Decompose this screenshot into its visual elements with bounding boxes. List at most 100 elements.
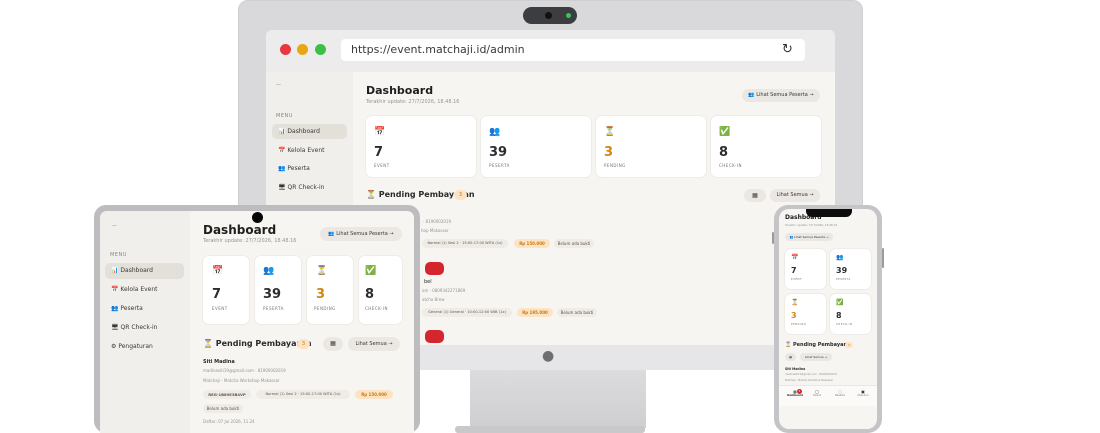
nav-label: Event (813, 394, 821, 397)
stat-label: PENDING (314, 306, 336, 311)
browser-chrome: https://event.matchaji.id/admin ↻ (266, 30, 835, 72)
stat-label: CHECK-IN (719, 163, 742, 168)
stat-card-pending: ⏳ 3 PENDING (307, 256, 353, 324)
stat-label: PENDING (791, 323, 807, 326)
nav-peserta[interactable]: ◌ Peserta (831, 389, 849, 397)
check-icon: ✅ (719, 127, 731, 137)
stat-card-checkin: ✅ 8 CHECK-IN (830, 294, 871, 334)
webcam (523, 7, 577, 24)
pending-section-title: ⏳ Pending Pembayaran (785, 342, 853, 348)
calendar-icon: 📅 (374, 127, 386, 137)
sidebar-item-label: Peserta (120, 305, 143, 312)
people-icon: 👥 (489, 127, 501, 137)
reject-button[interactable] (425, 330, 444, 343)
people-icon: 👥 (278, 165, 286, 172)
see-all-pending-button[interactable]: Lihat Semua → (800, 353, 832, 361)
stat-label: EVENT (374, 163, 390, 168)
last-update-text: Terakhir update: 27/7/2026, 18.48.16 (366, 99, 460, 105)
entry-contact: madinasiti19@gmail.com · 81900002019 (203, 368, 286, 373)
filter-icon[interactable]: ▦ (744, 189, 766, 202)
entry-contact: madinasiti19@gmail.com · 81900002019 (785, 373, 837, 376)
close-dot-icon[interactable] (280, 44, 291, 55)
sidebar-item-peserta[interactable]: 👥 Peserta (105, 301, 184, 317)
entry-event: hop Makassar (421, 228, 449, 233)
stat-card-event: 📅 7 EVENT (785, 249, 826, 289)
phone-notch (806, 209, 852, 217)
maximize-dot-icon[interactable] (315, 44, 326, 55)
filter-icon[interactable]: ▦ (785, 353, 796, 361)
sidebar-item-label: Kelola Event (287, 147, 325, 154)
stat-card-checkin: ✅ 8 CHECK-IN (711, 116, 821, 177)
stat-card-peserta: 👥 39 PESERTA (481, 116, 591, 177)
people-icon: 👥 (111, 305, 119, 312)
proof-status-tag: Belum ada bukti (554, 239, 594, 248)
calendar-icon: 📅 (791, 254, 799, 261)
sidebar-menu-label: MENU (110, 252, 127, 258)
apple-logo-icon: ● (542, 348, 555, 364)
sidebar-item-pengaturan[interactable]: ⚙ Pengaturan (105, 339, 184, 355)
pending-count-badge: 3 (297, 339, 310, 349)
sidebar-item-dashboard[interactable]: 📊 Dashboard (105, 263, 184, 279)
stat-card-pending: ⏳ 3 PENDING (785, 294, 826, 334)
sidebar-item-qr-checkin[interactable]: 🖥 QR Check-in (105, 320, 184, 336)
nav-dashboard[interactable]: ▦ 1 Dashboard (785, 389, 805, 397)
filter-icon[interactable]: ▦ (323, 337, 343, 351)
sidebar-brand: — (276, 82, 282, 88)
hourglass-icon: ⏳ (316, 266, 328, 276)
stat-card-event: 📅 7 EVENT (366, 116, 476, 177)
page-title: Dashboard (203, 223, 277, 237)
stat-value: 39 (263, 287, 282, 302)
hourglass-icon: ⏳ (791, 299, 799, 306)
address-bar[interactable]: https://event.matchaji.id/admin (341, 39, 805, 61)
view-all-participants-button[interactable]: 👥 Lihat Semua Peserta → (785, 233, 833, 241)
stat-value: 39 (836, 266, 848, 275)
stat-value: 7 (374, 145, 384, 160)
sidebar-item-peserta[interactable]: 👥 Peserta (272, 161, 347, 176)
stat-label: CHECK-IN (365, 306, 388, 311)
stat-value: 8 (719, 145, 729, 160)
stat-card-peserta: 👥 39 PESERTA (255, 256, 301, 324)
view-all-participants-button[interactable]: 👥 Lihat Semua Peserta → (742, 89, 820, 102)
sidebar-item-label: Kelola Event (120, 286, 158, 293)
phone-side-button (882, 248, 884, 268)
sidebar-item-label: Peserta (287, 165, 310, 172)
view-all-participants-button[interactable]: 👥 Lihat Semua Peserta → (320, 227, 402, 241)
entry-contact: · 8190002019 (423, 219, 451, 224)
sidebar-item-kelola-event[interactable]: 📅 Kelola Event (272, 143, 347, 158)
see-all-pending-button[interactable]: Lihat Semua → (770, 189, 820, 202)
calendar-icon: 📅 (278, 147, 286, 154)
hourglass-icon: ⏳ (604, 127, 616, 137)
sidebar-item-dashboard[interactable]: 📊 Dashboard (272, 124, 347, 139)
entry-name: Siti Madina (203, 359, 235, 365)
nav-event[interactable]: ▢ Event (809, 389, 825, 397)
sidebar-item-qr-checkin[interactable]: 🖥 QR Check-in (272, 180, 347, 195)
nav-label: Dashboard (787, 394, 803, 397)
minimize-dot-icon[interactable] (297, 44, 308, 55)
price-tag: Rp 195.000 (517, 308, 553, 317)
entry-event: atcha Brew (422, 297, 445, 302)
people-icon: 👥 (836, 254, 844, 261)
tablet-camera (252, 212, 263, 223)
sidebar: — MENU 📊 Dashboard 📅 Kelola Event 👥 Pese… (100, 211, 190, 433)
stat-value: 3 (316, 287, 326, 302)
reject-button[interactable] (425, 262, 444, 275)
phone-bottom-nav: ▦ 1 Dashboard ▢ Event ◌ Peserta ▣ Check-… (779, 385, 877, 406)
chart-icon: 📊 (278, 128, 286, 135)
ticket-tag: Normal (1) Sesi 2 · 15:00-17:00 WITA (1x… (256, 390, 350, 399)
stat-value: 8 (836, 311, 842, 320)
check-icon: ✅ (836, 299, 844, 306)
calendar-icon: 📅 (212, 266, 224, 276)
sidebar-menu-label: MENU (276, 113, 293, 119)
see-all-pending-button[interactable]: Lihat Semua → (348, 337, 400, 351)
nav-checkin[interactable]: ▣ Check-in (853, 389, 873, 397)
last-update-text: Terakhir update: 27/7/2026, 18.48.16 (785, 223, 838, 227)
monitor-icon: 🖥 (111, 324, 119, 331)
stat-value: 3 (791, 311, 797, 320)
sidebar-item-kelola-event[interactable]: 📅 Kelola Event (105, 282, 184, 298)
phone-screen: Dashboard Terakhir update: 27/7/2026, 18… (779, 209, 877, 429)
monitor-stand (470, 370, 646, 428)
stat-label: EVENT (791, 278, 803, 281)
stat-label: PESERTA (836, 278, 851, 281)
reload-icon[interactable]: ↻ (782, 39, 793, 61)
page-title: Dashboard (366, 84, 434, 97)
